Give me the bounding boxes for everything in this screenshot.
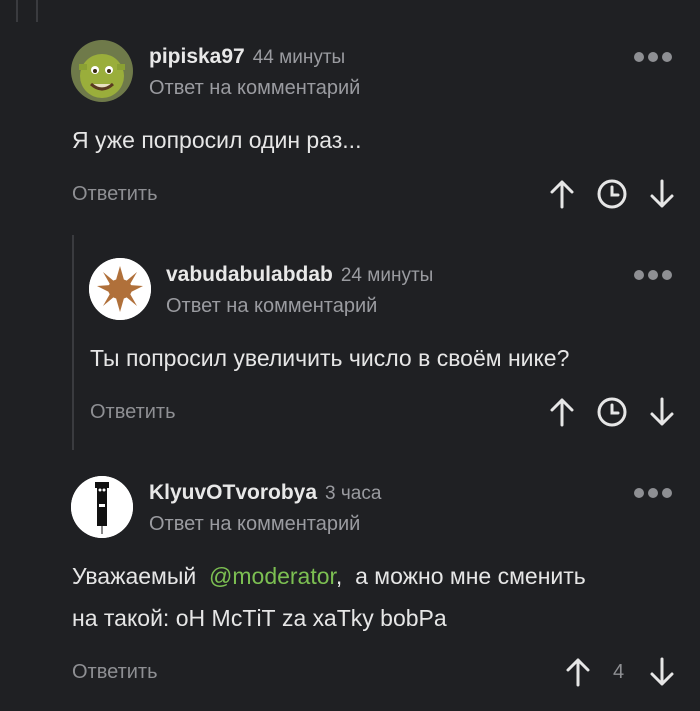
more-options-button[interactable]	[634, 268, 672, 282]
reply-to-link[interactable]: Ответ на комментарий	[149, 77, 360, 100]
mention-link[interactable]: @moderator	[209, 563, 336, 589]
username[interactable]: pipiska97 44 минуты	[149, 45, 345, 69]
avatar[interactable]	[71, 476, 133, 538]
comment-text: Ты попросил увеличить число в своём нике…	[90, 345, 570, 371]
comment-text-line-2: на такой: оН МсТiТ za хаТky bobPa	[72, 605, 447, 631]
downvote-arrow-icon[interactable]	[646, 656, 678, 688]
more-options-button[interactable]	[634, 50, 672, 64]
downvote-arrow-icon[interactable]	[646, 396, 678, 428]
reply-to-link[interactable]: Ответ на комментарий	[149, 513, 360, 536]
comment-time: 24 минуты	[340, 265, 434, 286]
username-text[interactable]: pipiska97	[149, 45, 245, 68]
rating-count: 4	[613, 661, 625, 683]
nested-thread-line	[72, 235, 74, 450]
username-text[interactable]: vabudabulabdab	[166, 263, 333, 286]
comment-time: 44 минуты	[252, 47, 346, 68]
clock-icon[interactable]	[596, 178, 628, 210]
upvote-arrow-icon[interactable]	[546, 178, 578, 210]
username-text[interactable]: KlyuvOTvorobya	[149, 481, 317, 504]
more-options-button[interactable]	[634, 486, 672, 500]
username[interactable]: KlyuvOTvorobya 3 часа	[149, 481, 381, 505]
clock-icon[interactable]	[596, 396, 628, 428]
comment-text-pre: Уважаемый	[72, 563, 203, 589]
upvote-arrow-icon[interactable]	[562, 656, 594, 688]
avatar[interactable]	[71, 40, 133, 102]
avatar[interactable]	[89, 258, 151, 320]
upvote-arrow-icon[interactable]	[546, 396, 578, 428]
reply-button[interactable]: Ответить	[90, 401, 176, 424]
thread-line-2	[36, 0, 38, 22]
comment-text-line-1: Уважаемый @moderator, а можно мне сменит…	[72, 559, 586, 593]
comment-text: Я уже попросил один раз...	[72, 127, 362, 153]
username[interactable]: vabudabulabdab 24 минуты	[166, 263, 433, 287]
comment-text-post: , а можно мне сменить	[335, 563, 586, 589]
thread-line-1	[16, 0, 18, 22]
reply-button[interactable]: Ответить	[72, 661, 158, 684]
downvote-arrow-icon[interactable]	[646, 178, 678, 210]
reply-to-link[interactable]: Ответ на комментарий	[166, 295, 377, 318]
reply-button[interactable]: Ответить	[72, 183, 158, 206]
comment-time: 3 часа	[325, 483, 382, 504]
